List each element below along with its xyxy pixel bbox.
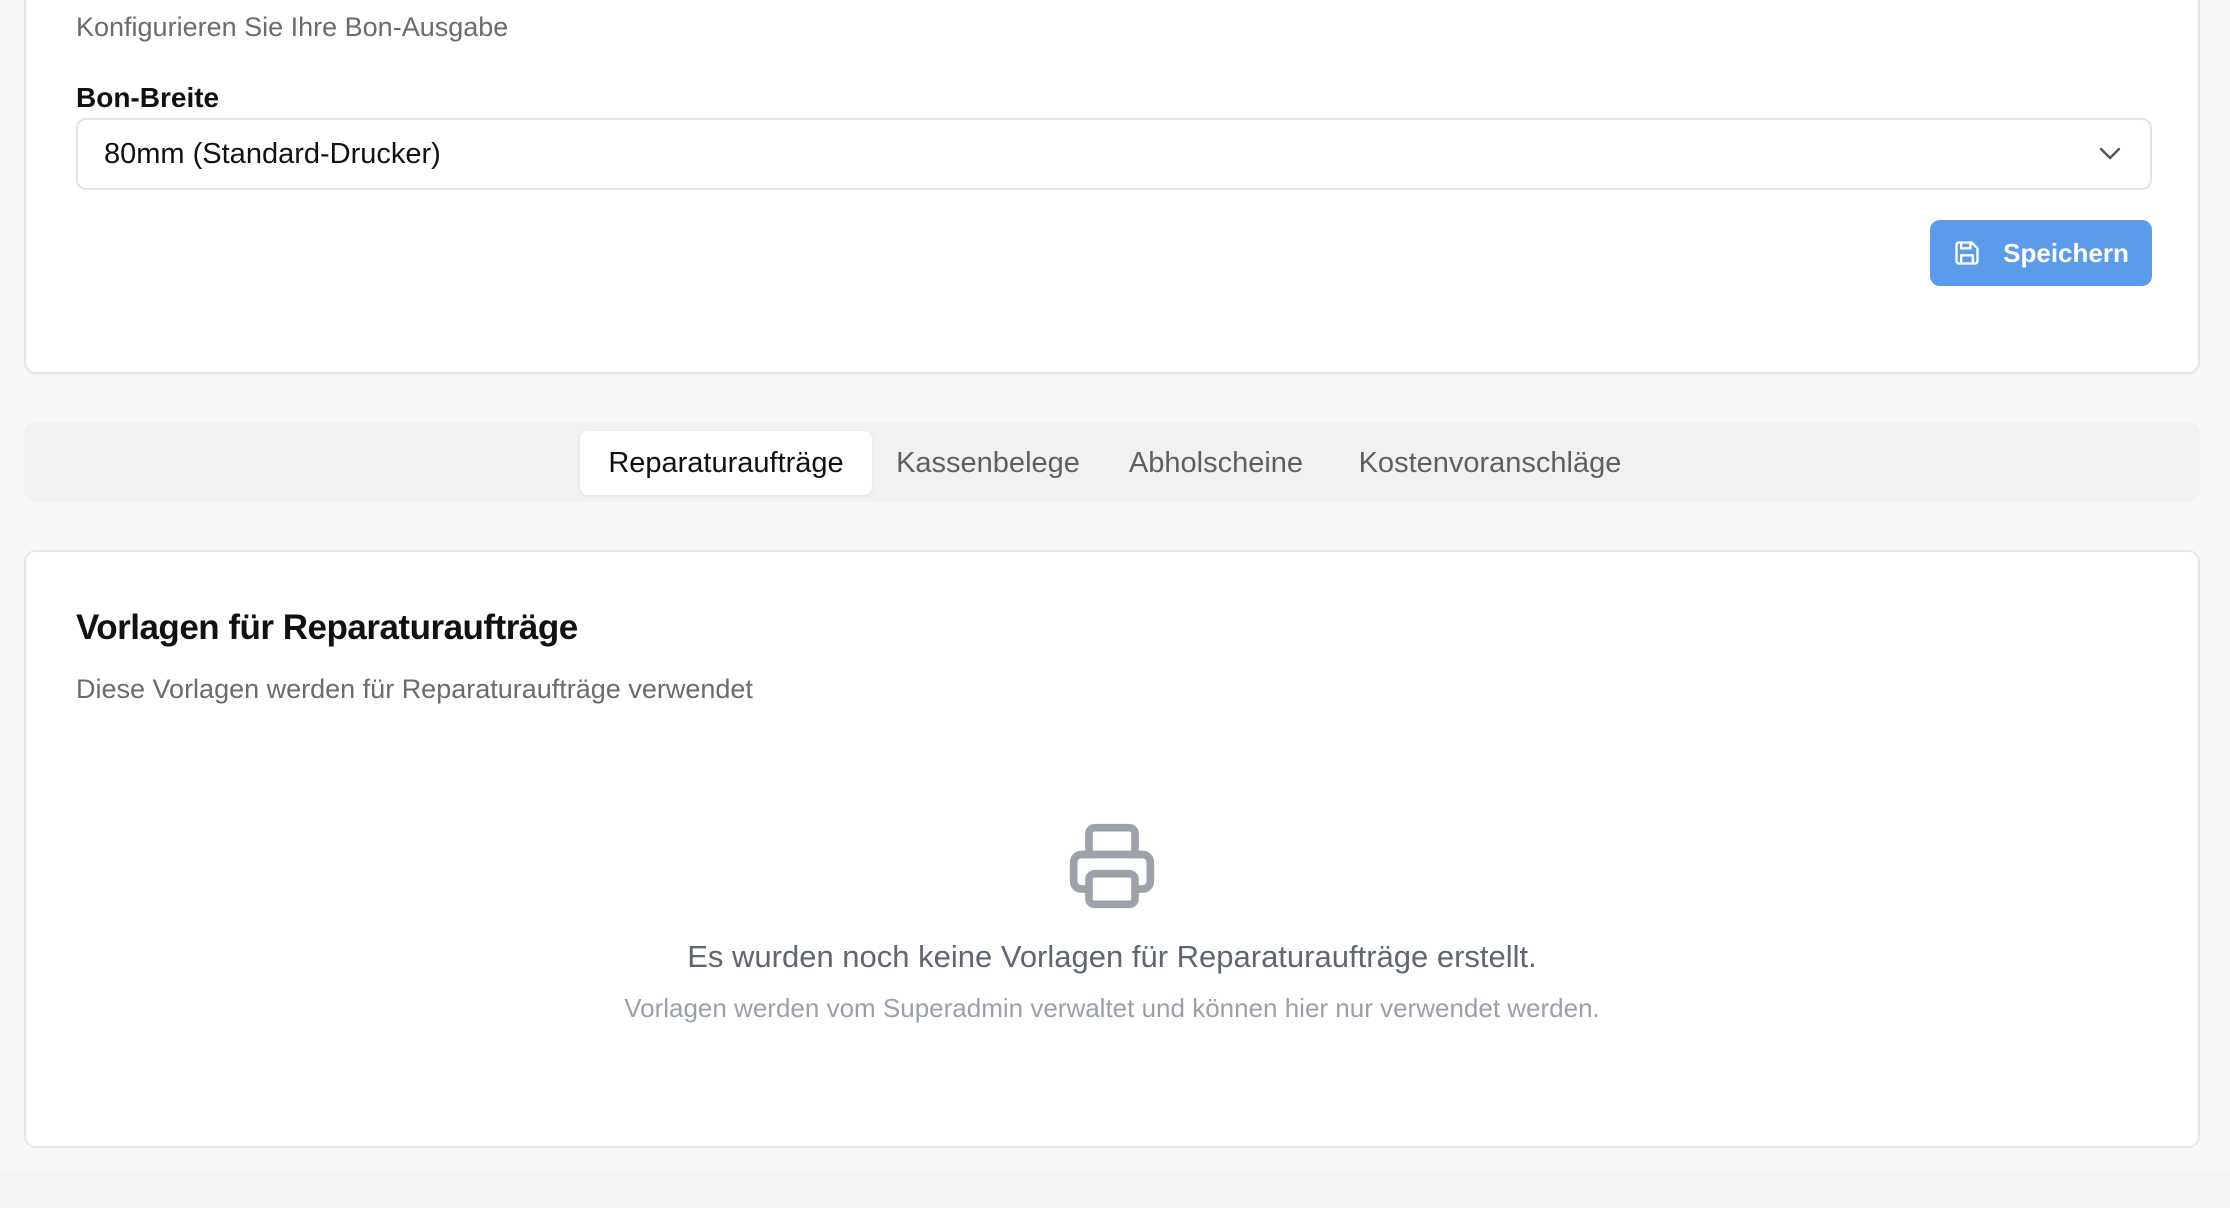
empty-state-subtitle: Vorlagen werden vom Superadmin verwaltet… xyxy=(624,993,1600,1023)
tab-abholscheine[interactable]: Abholscheine xyxy=(1116,431,1316,495)
save-icon xyxy=(1953,239,1981,267)
templates-description: Diese Vorlagen werden für Reparaturauftr… xyxy=(76,674,753,704)
receipt-width-label: Bon-Breite xyxy=(76,82,220,113)
empty-state-title: Es wurden noch keine Vorlagen für Repara… xyxy=(687,939,1537,974)
save-button[interactable]: Speichern xyxy=(1930,220,2152,286)
tab-kostenvoranschlaege[interactable]: Kostenvoranschläge xyxy=(1342,431,1638,495)
page-footer-area xyxy=(0,1170,2230,1208)
tab-reparaturauftraege[interactable]: Reparaturaufträge xyxy=(580,431,872,495)
save-button-label: Speichern xyxy=(2003,237,2129,268)
tab-kassenbelege[interactable]: Kassenbelege xyxy=(886,431,1090,495)
receipt-width-value: 80mm (Standard-Drucker) xyxy=(104,137,441,170)
settings-subtitle: Konfigurieren Sie Ihre Bon-Ausgabe xyxy=(76,12,509,42)
receipt-settings-card: Konfigurieren Sie Ihre Bon-Ausgabe Bon-B… xyxy=(24,0,2200,374)
receipt-width-select[interactable]: 80mm (Standard-Drucker) xyxy=(76,118,2152,190)
template-tabs: Reparaturaufträge Kassenbelege Abholsche… xyxy=(24,422,2200,502)
templates-title: Vorlagen für Reparaturaufträge xyxy=(76,608,578,647)
templates-card: Vorlagen für Reparaturaufträge Diese Vor… xyxy=(24,550,2200,1148)
chevron-down-icon xyxy=(2096,140,2124,168)
printer-icon xyxy=(1066,820,1158,912)
empty-state: Es wurden noch keine Vorlagen für Repara… xyxy=(26,820,2198,1024)
